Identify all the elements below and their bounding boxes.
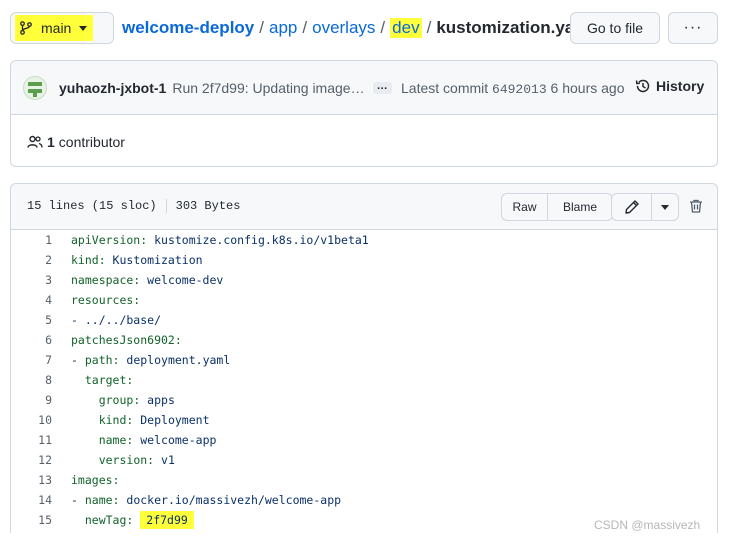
line-content: kind: Deployment xyxy=(98,413,210,427)
breadcrumb-overlays-link[interactable]: overlays xyxy=(312,18,375,38)
blame-button[interactable]: Blame xyxy=(548,194,612,220)
branch-selector-button[interactable]: main xyxy=(10,12,114,44)
go-to-file-button[interactable]: Go to file xyxy=(570,12,660,44)
branch-name: main xyxy=(41,20,72,36)
line-number[interactable]: 15 xyxy=(11,513,52,527)
line-content: apiVersion: kustomize.config.k8s.io/v1be… xyxy=(71,233,369,247)
line-content: - path: deployment.yaml xyxy=(71,353,231,367)
file-size: 303 Bytes xyxy=(175,199,241,214)
breadcrumb: welcome-deploy / app / overlays / dev / … xyxy=(122,18,594,38)
commit-time: 6 hours ago xyxy=(550,80,625,96)
breadcrumb-repo-link[interactable]: welcome-deploy xyxy=(122,18,254,38)
line-number[interactable]: 11 xyxy=(11,433,52,447)
line-content: version: v1 xyxy=(98,453,175,467)
highlighted-tag-value: 2f7d99 xyxy=(140,511,194,529)
line-content: images: xyxy=(71,473,120,487)
line-number[interactable]: 12 xyxy=(11,453,52,467)
line-number[interactable]: 3 xyxy=(11,273,52,287)
code-line: 14 - name: docker.io/massivezh/welcome-ap… xyxy=(11,490,717,510)
line-number[interactable]: 13 xyxy=(11,473,52,487)
contributor-count: 1 xyxy=(47,134,55,150)
breadcrumb-separator: / xyxy=(259,18,264,37)
code-line: 5 - ../../base/ xyxy=(11,310,717,330)
history-label: History xyxy=(656,78,705,94)
pencil-icon xyxy=(624,200,639,214)
line-number[interactable]: 10 xyxy=(11,413,52,427)
chevron-down-icon xyxy=(79,25,88,31)
code-line: 9 group: apps xyxy=(11,390,717,410)
edit-file-button[interactable] xyxy=(612,194,652,220)
file-viewer: 15 lines (15 sloc) 303 Bytes Raw Blame 1 a… xyxy=(10,183,718,533)
chevron-down-icon xyxy=(661,204,669,210)
line-content: - name: docker.io/massivezh/welcome-app xyxy=(71,493,342,507)
raw-button[interactable]: Raw xyxy=(502,194,548,220)
code-line: 12 version: v1 xyxy=(11,450,717,470)
code-line: 6 patchesJson6902: xyxy=(11,330,717,350)
file-info: 15 lines (15 sloc) 303 Bytes xyxy=(27,199,240,213)
line-number[interactable]: 9 xyxy=(11,393,52,407)
more-options-button[interactable]: ··· xyxy=(668,12,718,44)
line-content: name: welcome-app xyxy=(98,433,217,447)
latest-commit-label: Latest commit xyxy=(401,80,489,96)
branch-highlight: main xyxy=(15,15,94,41)
edit-group xyxy=(611,193,679,221)
commit-row: yuhaozh-jxbot-1 Run 2f7d99: Updating ima… xyxy=(11,61,717,115)
trash-icon[interactable] xyxy=(688,198,704,214)
line-number[interactable]: 5 xyxy=(11,313,52,327)
file-lines-info: 15 lines (15 sloc) xyxy=(27,199,157,214)
code-line: 7 - path: deployment.yaml xyxy=(11,350,717,370)
watermark: CSDN @massivezh xyxy=(594,518,701,532)
breadcrumb-app-link[interactable]: app xyxy=(269,18,297,38)
commit-message-link[interactable]: Run 2f7d99: Updating image… xyxy=(172,80,364,96)
latest-commit-box: yuhaozh-jxbot-1 Run 2f7d99: Updating ima… xyxy=(10,60,718,167)
edit-options-dropdown[interactable] xyxy=(652,194,678,220)
git-branch-icon xyxy=(20,21,32,35)
breadcrumb-separator: / xyxy=(380,18,386,37)
code-line: 10 kind: Deployment xyxy=(11,410,717,430)
contributor-label: contributor xyxy=(58,134,125,150)
people-icon xyxy=(27,135,43,148)
file-header: 15 lines (15 sloc) 303 Bytes Raw Blame xyxy=(11,184,717,230)
code-line: 8 target: xyxy=(11,370,717,390)
history-link[interactable]: History xyxy=(635,78,704,94)
line-content: kind: Kustomization xyxy=(71,253,203,267)
file-path-bar: main welcome-deploy / app / overlays / d… xyxy=(10,10,718,46)
breadcrumb-separator: / xyxy=(426,18,432,37)
code-line: 2 kind: Kustomization xyxy=(11,250,717,270)
avatar[interactable] xyxy=(23,75,47,100)
line-content: - ../../base/ xyxy=(71,313,162,327)
line-number[interactable]: 14 xyxy=(11,493,52,507)
contributors-row[interactable]: 1 contributor xyxy=(27,134,125,150)
breadcrumb-dev-link[interactable]: dev xyxy=(390,18,422,38)
line-content: patchesJson6902: xyxy=(71,333,182,347)
line-content: group: apps xyxy=(98,393,175,407)
expand-commit-message-button[interactable]: … xyxy=(372,80,392,94)
raw-blame-group: Raw Blame xyxy=(501,193,613,221)
line-content: namespace: welcome-dev xyxy=(71,273,224,287)
line-number[interactable]: 8 xyxy=(11,373,52,387)
line-number[interactable]: 2 xyxy=(11,253,52,267)
line-number[interactable]: 4 xyxy=(11,293,52,307)
code-line: 13 images: xyxy=(11,470,717,490)
line-number[interactable]: 1 xyxy=(11,233,52,247)
line-number[interactable]: 6 xyxy=(11,333,52,347)
line-number[interactable]: 7 xyxy=(11,353,52,367)
code-view: 1 apiVersion: kustomize.config.k8s.io/v1b… xyxy=(11,230,717,530)
line-content: resources: xyxy=(71,293,141,307)
line-content: newTag: xyxy=(84,513,134,527)
breadcrumb-separator: / xyxy=(302,18,308,37)
code-line: 1 apiVersion: kustomize.config.k8s.io/v1b… xyxy=(11,230,717,250)
commit-author-link[interactable]: yuhaozh-jxbot-1 xyxy=(59,80,166,96)
commit-sha-link[interactable]: 6492013 xyxy=(492,82,547,97)
code-line: 3 namespace: welcome-dev xyxy=(11,270,717,290)
commit-meta: Latest commit 6492013 6 hours ago xyxy=(401,80,624,97)
history-icon xyxy=(635,79,650,93)
code-line: 4 resources: xyxy=(11,290,717,310)
code-line: 11 name: welcome-app xyxy=(11,430,717,450)
line-content: target: xyxy=(84,373,134,387)
